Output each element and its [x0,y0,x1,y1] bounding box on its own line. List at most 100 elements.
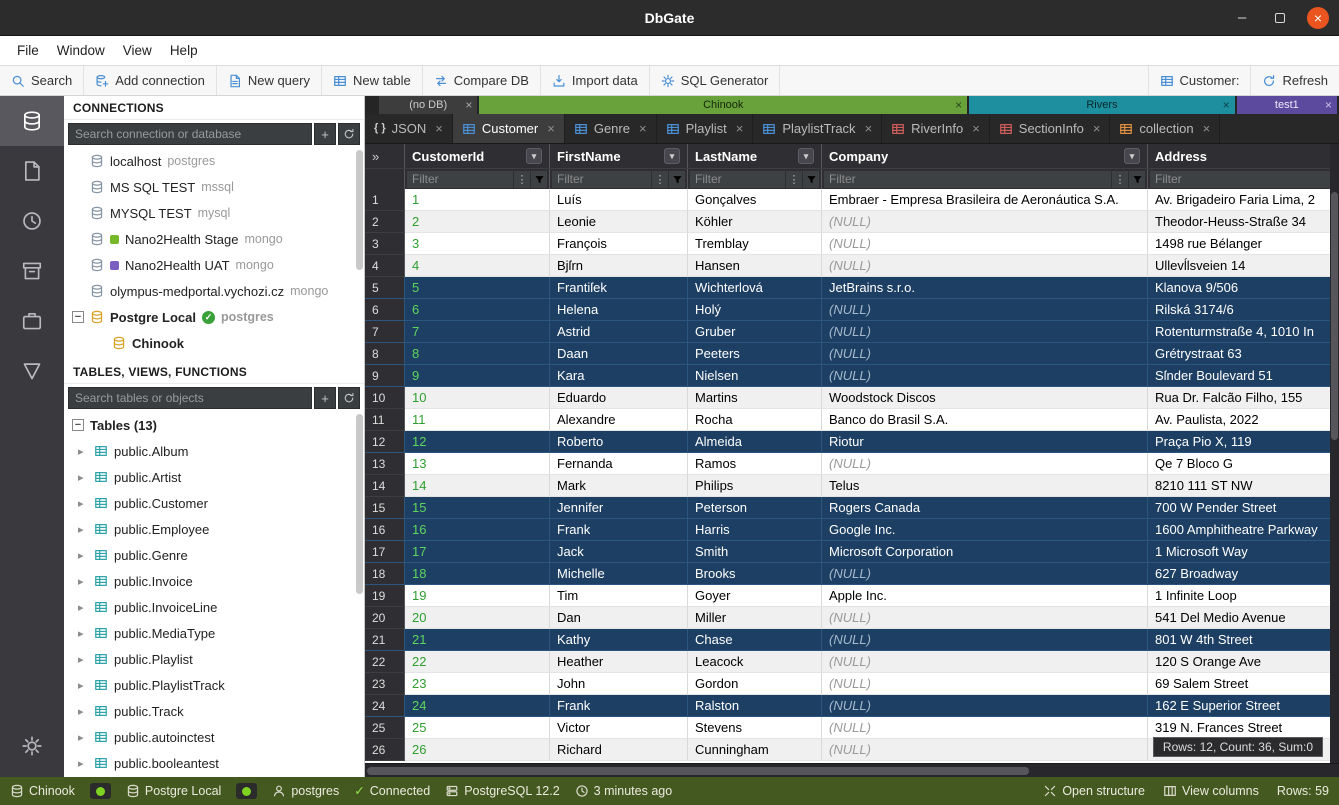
close-icon[interactable]: × [1223,98,1230,112]
row-number[interactable]: 9 [365,365,405,387]
table-row[interactable]: 44BjſrnHansen(NULL)Ullevĺlsveien 14 [365,255,1339,277]
connection-item-mysql-test[interactable]: MYSQL TESTmysql [64,200,364,226]
filter-input-customerid[interactable] [407,171,513,188]
chevron-down-icon[interactable]: ▾ [526,148,542,164]
grid-cell[interactable]: 10 [405,387,550,409]
grid-cell[interactable]: 69 Salem Street [1148,673,1339,695]
grid-cell[interactable]: Hansen [688,255,822,277]
row-number[interactable]: 19 [365,585,405,607]
grid-cell[interactable]: Gruber [688,321,822,343]
grid-cell[interactable]: Av. Paulista, 2022 [1148,409,1339,431]
grid-cell[interactable]: 24 [405,695,550,717]
grid-cell[interactable]: 120 S Orange Ave [1148,651,1339,673]
chevron-right-icon[interactable]: ▸ [78,679,88,692]
chevron-right-icon[interactable]: ▸ [78,601,88,614]
tab-collection[interactable]: collection× [1110,114,1220,143]
grid-cell[interactable]: Frank [550,519,688,541]
grid-cell[interactable]: Google Inc. [822,519,1148,541]
column-header-customerid[interactable]: CustomerId▾ [405,144,550,168]
row-number[interactable]: 1 [365,189,405,211]
close-icon[interactable]: × [955,98,962,112]
chevron-right-icon[interactable]: ▸ [78,705,88,718]
grid-cell[interactable]: Chase [688,629,822,651]
table-row[interactable]: 11LuísGonçalvesEmbraer - Empresa Brasile… [365,189,1339,211]
chevron-down-icon[interactable]: ▾ [664,148,680,164]
grid-cell[interactable]: Rilská 3174/6 [1148,299,1339,321]
table-item-public-genre[interactable]: ▸public.Genre [64,542,364,568]
grid-cell[interactable]: Holý [688,299,822,321]
row-number[interactable]: 26 [365,739,405,761]
table-item-public-mediatype[interactable]: ▸public.MediaType [64,620,364,646]
rail-briefcase-button[interactable] [0,296,64,346]
dots-icon[interactable]: ⋮ [786,171,802,188]
refresh-tables-button[interactable] [338,387,360,409]
table-row[interactable]: 22LeonieKöhler(NULL)Theodor-Heuss-Straße… [365,211,1339,233]
row-number[interactable]: 18 [365,563,405,585]
grid-cell[interactable]: Peterson [688,497,822,519]
chevron-right-icon[interactable]: ▸ [78,731,88,744]
grid-cell[interactable]: Sſnder Boulevard 51 [1148,365,1339,387]
status-connected[interactable]: ✓Connected [354,784,430,798]
dots-icon[interactable]: ⋮ [652,171,668,188]
grid-cell[interactable]: 801 W 4th Street [1148,629,1339,651]
grid-cell[interactable]: Theodor-Heuss-Straße 34 [1148,211,1339,233]
table-row[interactable]: 1818MichelleBrooks(NULL)627 Broadway [365,563,1339,585]
funnel-icon[interactable] [1129,171,1145,188]
grid-cell[interactable]: (NULL) [822,629,1148,651]
table-item-public-booleantest[interactable]: ▸public.booleantest [64,750,364,776]
grid-cell[interactable]: Cunningham [688,739,822,761]
grid-cell[interactable]: 541 Del Medio Avenue [1148,607,1339,629]
grid-cell[interactable]: Nielsen [688,365,822,387]
grid-cell[interactable]: 22 [405,651,550,673]
rail-archive-button[interactable] [0,246,64,296]
tab-riverinfo[interactable]: RiverInfo× [882,114,990,143]
grid-cell[interactable]: (NULL) [822,211,1148,233]
grid-cell[interactable]: 9 [405,365,550,387]
grid-cell[interactable]: Frantiſek [550,277,688,299]
grid-cell[interactable]: Dan [550,607,688,629]
status-postgre-local[interactable]: Postgre Local [126,784,221,798]
row-number[interactable]: 21 [365,629,405,651]
grid-cell[interactable]: Philips [688,475,822,497]
rail-filter-button[interactable] [0,346,64,396]
table-row[interactable]: 1414MarkPhilipsTelus8210 111 ST NW [365,475,1339,497]
grid-cell[interactable]: (NULL) [822,651,1148,673]
connection-item-chinook[interactable]: Chinook [64,330,364,356]
table-row[interactable]: 2323JohnGordon(NULL)69 Salem Street [365,673,1339,695]
grid-cell[interactable]: Köhler [688,211,822,233]
tab-group-test1[interactable]: test1× [1237,96,1337,114]
connection-item-postgre-local[interactable]: −Postgre Local✓postgres [64,304,364,330]
column-header-address[interactable]: Address [1148,144,1339,168]
row-number[interactable]: 16 [365,519,405,541]
filter-input-company[interactable] [824,171,1111,188]
row-number[interactable]: 25 [365,717,405,739]
table-row[interactable]: 1919TimGoyerApple Inc.1 Infinite Loop [365,585,1339,607]
table-item-public-invoice[interactable]: ▸public.Invoice [64,568,364,594]
grid-cell[interactable]: 26 [405,739,550,761]
row-number[interactable]: 14 [365,475,405,497]
grid-cell[interactable]: Peeters [688,343,822,365]
grid-cell[interactable]: 1 Microsoft Way [1148,541,1339,563]
grid-cell[interactable]: (NULL) [822,343,1148,365]
tab-json[interactable]: { }JSON× [365,114,453,143]
grid-cell[interactable]: 23 [405,673,550,695]
maximize-button[interactable] [1269,7,1291,29]
table-row[interactable]: 2222HeatherLeacock(NULL)120 S Orange Ave [365,651,1339,673]
grid-cell[interactable]: Telus [822,475,1148,497]
table-row[interactable]: 1010EduardoMartinsWoodstock DiscosRua Dr… [365,387,1339,409]
grid-cell[interactable]: 2 [405,211,550,233]
status-3-minutes-ago[interactable]: 3 minutes ago [575,784,673,798]
tab-genre[interactable]: Genre× [565,114,657,143]
rail-database-button[interactable] [0,96,64,146]
grid-cell[interactable]: Luís [550,189,688,211]
grid-cell[interactable]: Brooks [688,563,822,585]
tables-scrollbar[interactable] [356,414,363,594]
table-row[interactable]: 1616FrankHarrisGoogle Inc.1600 Amphithea… [365,519,1339,541]
grid-cell[interactable]: John [550,673,688,695]
grid-cell[interactable]: 1 [405,189,550,211]
grid-cell[interactable]: Smith [688,541,822,563]
table-item-public-album[interactable]: ▸public.Album [64,438,364,464]
close-icon[interactable]: × [465,98,472,112]
grid-cell[interactable]: Av. Brigadeiro Faria Lima, 2 [1148,189,1339,211]
table-row[interactable]: 2525VictorStevens(NULL)319 N. Frances St… [365,717,1339,739]
